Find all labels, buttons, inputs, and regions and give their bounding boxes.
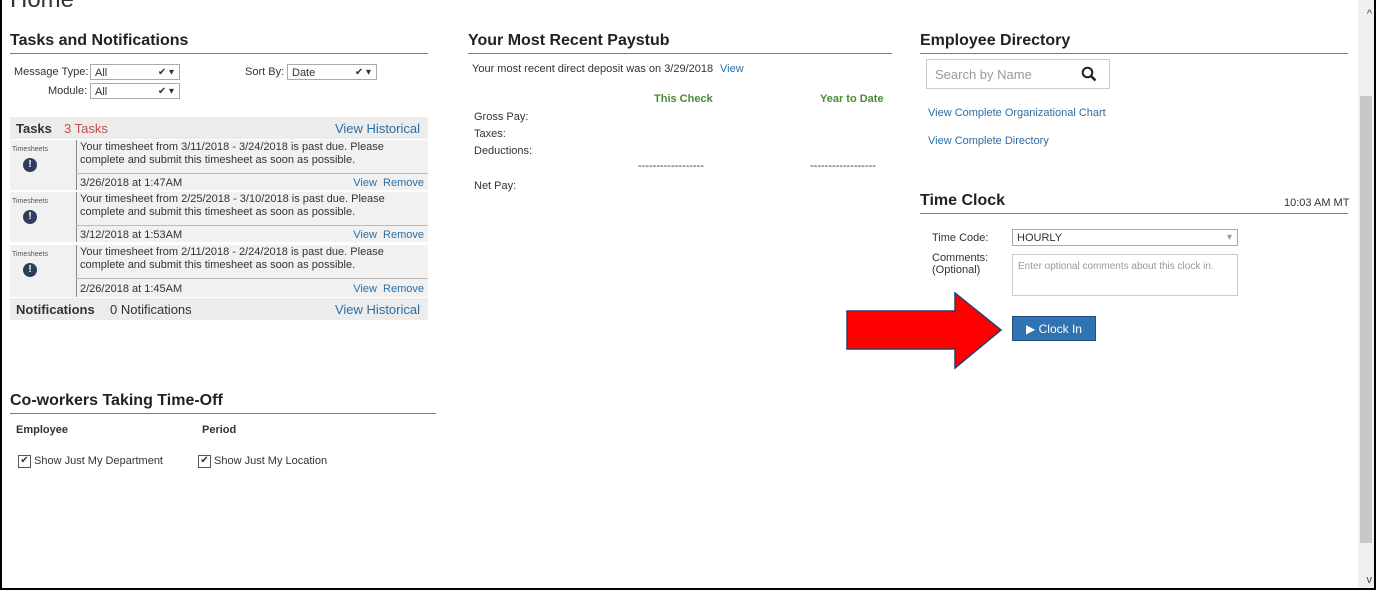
department-checkbox[interactable]: ✔ xyxy=(18,455,31,468)
red-arrow-annotation xyxy=(846,292,1003,370)
notifications-label: Notifications xyxy=(16,302,95,317)
this-check-divider: ------------------ xyxy=(638,160,704,172)
coworkers-section-title: Co-workers Taking Time-Off xyxy=(10,392,436,414)
task-category: Timesheets xyxy=(12,146,48,153)
taxes-label: Taxes: xyxy=(474,128,506,140)
search-icon[interactable] xyxy=(1081,66,1097,82)
task-view-link[interactable]: View xyxy=(353,229,377,241)
paystub-view-link[interactable]: View xyxy=(720,63,744,75)
module-label: Module: xyxy=(48,85,88,97)
task-item: Timesheets ! Your timesheet from 3/11/20… xyxy=(10,140,428,190)
time-code-select[interactable]: HOURLY ▾ xyxy=(1012,229,1238,246)
location-checkbox[interactable]: ✔ xyxy=(198,455,211,468)
paystub-section-title: Your Most Recent Paystub xyxy=(468,32,892,54)
comments-input[interactable]: Enter optional comments about this clock… xyxy=(1012,254,1238,296)
message-type-select[interactable]: All ✔ ▾ xyxy=(90,64,180,80)
task-remove-link[interactable]: Remove xyxy=(383,229,424,241)
alert-icon: ! xyxy=(23,263,37,277)
task-remove-link[interactable]: Remove xyxy=(383,177,424,189)
tasks-header-bar: Tasks 3 Tasks View Historical xyxy=(10,117,428,139)
task-remove-link[interactable]: Remove xyxy=(383,283,424,295)
task-date: 3/26/2018 at 1:47AM xyxy=(80,177,183,189)
scroll-up-arrow-icon[interactable]: ^ xyxy=(1367,8,1372,20)
task-item: Timesheets ! Your timesheet from 2/25/20… xyxy=(10,192,428,242)
task-message: Your timesheet from 2/25/2018 - 3/10/201… xyxy=(80,193,385,218)
tasks-view-historical-link[interactable]: View Historical xyxy=(335,121,420,136)
scrollbar[interactable]: ^ v xyxy=(1358,0,1374,588)
time-code-label: Time Code: xyxy=(932,232,989,244)
employee-column-header: Employee xyxy=(16,424,68,436)
notifications-count: 0 Notifications xyxy=(110,302,192,317)
clock-in-button[interactable]: ▶ Clock In xyxy=(1012,316,1096,341)
message-type-label: Message Type: xyxy=(14,66,89,78)
period-column-header: Period xyxy=(202,424,237,436)
chevron-down-icon: ✔ ▾ xyxy=(157,67,174,78)
sort-by-select[interactable]: Date ✔ ▾ xyxy=(287,64,377,80)
department-checkbox-label: Show Just My Department xyxy=(34,455,163,467)
task-view-link[interactable]: View xyxy=(353,177,377,189)
year-to-date-header: Year to Date xyxy=(820,93,884,105)
task-message: Your timesheet from 3/11/2018 - 3/24/201… xyxy=(80,141,384,166)
tasks-section-title: Tasks and Notifications xyxy=(10,32,428,54)
alert-icon: ! xyxy=(23,158,37,172)
complete-directory-link[interactable]: View Complete Directory xyxy=(928,135,1049,147)
ytd-divider: ------------------ xyxy=(810,160,876,172)
task-category: Timesheets xyxy=(12,251,48,258)
comments-label: Comments: xyxy=(932,252,989,264)
location-checkbox-label: Show Just My Location xyxy=(214,455,328,467)
comments-optional-label: (Optional) xyxy=(932,264,981,276)
tasks-label: Tasks xyxy=(16,121,52,136)
org-chart-link[interactable]: View Complete Organizational Chart xyxy=(928,107,1106,119)
chevron-down-icon: ▾ xyxy=(1226,232,1232,243)
alert-icon: ! xyxy=(23,210,37,224)
play-icon: ▶ xyxy=(1026,322,1036,336)
task-date: 3/12/2018 at 1:53AM xyxy=(80,229,183,241)
notifications-bar: Notifications 0 Notifications View Histo… xyxy=(10,298,428,320)
module-select[interactable]: All ✔ ▾ xyxy=(90,83,180,99)
task-message: Your timesheet from 2/11/2018 - 2/24/201… xyxy=(80,246,384,271)
scroll-down-arrow-icon[interactable]: v xyxy=(1367,574,1373,586)
sort-by-label: Sort By: xyxy=(245,66,285,78)
timeclock-time: 10:03 AM MT xyxy=(1284,197,1350,209)
chevron-down-icon: ✔ ▾ xyxy=(157,86,174,97)
page-title: Home xyxy=(10,0,74,14)
home-page: Home Tasks and Notifications Message Typ… xyxy=(0,0,1376,590)
this-check-header: This Check xyxy=(654,93,713,105)
task-category: Timesheets xyxy=(12,198,48,205)
deductions-label: Deductions: xyxy=(474,145,533,157)
notifications-view-historical-link[interactable]: View Historical xyxy=(335,302,420,317)
deposit-text: Your most recent direct deposit was on 3… xyxy=(472,63,714,75)
directory-section-title: Employee Directory xyxy=(920,32,1348,54)
task-view-link[interactable]: View xyxy=(353,283,377,295)
scrollbar-thumb[interactable] xyxy=(1360,96,1372,543)
gross-pay-label: Gross Pay: xyxy=(474,111,529,123)
task-date: 2/26/2018 at 1:45AM xyxy=(80,283,183,295)
task-item: Timesheets ! Your timesheet from 2/11/20… xyxy=(10,245,428,297)
chevron-down-icon: ✔ ▾ xyxy=(354,67,371,78)
tasks-count: 3 Tasks xyxy=(64,121,108,136)
net-pay-label: Net Pay: xyxy=(474,180,517,192)
directory-search-input[interactable]: Search by Name xyxy=(926,59,1110,89)
